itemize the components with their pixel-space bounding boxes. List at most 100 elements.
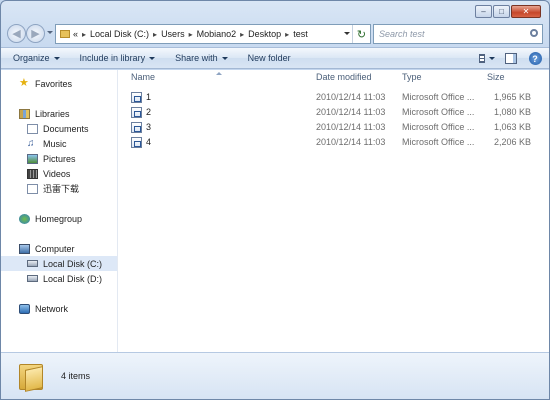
include-in-library-menu[interactable]: Include in library <box>80 53 156 63</box>
nav-xunlei-download[interactable]: 迅雷下载 <box>1 181 117 196</box>
caption-buttons: – □ ✕ <box>474 5 541 18</box>
search-placeholder: Search test <box>379 29 425 39</box>
nav-network[interactable]: Network <box>1 301 117 316</box>
network-icon <box>19 303 30 314</box>
file-row[interactable]: 2 2010/12/14 11:03 Microsoft Office ... … <box>119 105 549 120</box>
chevron-down-icon <box>489 57 495 60</box>
column-headers: Name Date modified Type Size <box>119 70 549 84</box>
pictures-icon <box>27 153 38 164</box>
file-date: 2010/12/14 11:03 <box>316 137 386 147</box>
nav-label: Videos <box>43 168 71 179</box>
documents-icon <box>27 123 38 134</box>
nav-label: Homegroup <box>35 213 83 224</box>
refresh-icon[interactable]: ↻ <box>352 25 370 43</box>
address-dropdown-icon[interactable] <box>344 32 350 35</box>
back-button[interactable]: ◀ <box>7 24 26 43</box>
nav-label: 迅雷下载 <box>43 184 80 194</box>
nav-homegroup[interactable]: Homegroup <box>1 211 117 226</box>
nav-favorites[interactable]: ★ Favorites <box>1 76 117 91</box>
minimize-button[interactable]: – <box>475 5 492 18</box>
nav-label: Computer <box>35 243 75 254</box>
office-document-icon <box>131 137 142 148</box>
breadcrumb-overflow[interactable]: « <box>73 29 78 39</box>
nav-videos[interactable]: Videos <box>1 166 117 181</box>
column-header-type[interactable]: Type <box>402 72 422 82</box>
computer-icon <box>19 243 30 254</box>
office-document-icon <box>131 92 142 103</box>
file-date: 2010/12/14 11:03 <box>316 92 386 102</box>
column-header-date[interactable]: Date modified <box>316 72 372 82</box>
homegroup-icon <box>19 213 30 224</box>
libraries-icon <box>19 108 30 119</box>
maximize-button[interactable]: □ <box>493 5 510 18</box>
file-type: Microsoft Office ... <box>402 122 475 132</box>
views-icon <box>479 54 485 63</box>
nav-label: Local Disk (D:) <box>43 273 103 284</box>
help-button[interactable]: ? <box>527 51 543 66</box>
share-with-menu[interactable]: Share with <box>175 53 228 63</box>
preview-pane-icon <box>505 53 517 64</box>
nav-local-disk-c[interactable]: Local Disk (C:) <box>1 256 117 271</box>
sort-ascending-icon <box>216 72 222 75</box>
search-input[interactable]: Search test <box>373 24 543 44</box>
file-name: 1 <box>146 92 152 102</box>
file-row[interactable]: 4 2010/12/14 11:03 Microsoft Office ... … <box>119 135 549 150</box>
help-icon: ? <box>528 52 542 65</box>
change-view-button[interactable] <box>479 51 495 66</box>
search-icon <box>530 29 538 37</box>
command-bar: Organize Include in library Share with N… <box>1 47 549 69</box>
breadcrumb-local-disk-c[interactable]: Local Disk (C:) <box>90 29 149 39</box>
nav-label: Music <box>43 138 67 149</box>
preview-pane-button[interactable] <box>503 51 519 66</box>
breadcrumb-users[interactable]: Users <box>161 29 185 39</box>
breadcrumb-separator: ▸ <box>240 29 245 39</box>
explorer-window: – □ ✕ ◀ ▶ « ▸ Local Disk (C:) ▸ Users ▸ … <box>0 0 550 400</box>
nav-local-disk-d[interactable]: Local Disk (D:) <box>1 271 117 286</box>
file-type: Microsoft Office ... <box>402 107 475 117</box>
folder-icon <box>19 362 43 392</box>
recent-pages-dropdown-icon[interactable] <box>47 31 53 34</box>
office-document-icon <box>131 107 142 118</box>
nav-label: Network <box>35 303 69 314</box>
breadcrumb-mobiano2[interactable]: Mobiano2 <box>197 29 237 39</box>
breadcrumb-separator: ▸ <box>153 29 158 39</box>
nav-computer[interactable]: Computer <box>1 241 117 256</box>
breadcrumb-separator: ▸ <box>188 29 193 39</box>
file-type: Microsoft Office ... <box>402 137 475 147</box>
toolbar-right-icons: ? <box>471 51 543 66</box>
file-row[interactable]: 1 2010/12/14 11:03 Microsoft Office ... … <box>119 90 549 105</box>
nav-music[interactable]: ♫ Music <box>1 136 117 151</box>
back-arrow-icon: ◀ <box>12 28 21 40</box>
file-row[interactable]: 3 2010/12/14 11:03 Microsoft Office ... … <box>119 120 549 135</box>
chevron-down-icon <box>149 56 156 60</box>
office-document-icon <box>131 122 142 133</box>
file-size: 1,080 KB <box>493 107 531 117</box>
address-bar[interactable]: « ▸ Local Disk (C:) ▸ Users ▸ Mobiano2 ▸… <box>55 24 371 44</box>
file-size: 2,206 KB <box>493 137 531 147</box>
library-folder-icon <box>27 183 38 194</box>
column-header-size[interactable]: Size <box>487 72 505 82</box>
details-pane: 4 items <box>1 352 549 399</box>
breadcrumb-test[interactable]: test <box>293 29 308 39</box>
nav-libraries[interactable]: Libraries <box>1 106 117 121</box>
file-date: 2010/12/14 11:03 <box>316 107 386 117</box>
nav-label: Libraries <box>35 108 70 119</box>
forward-button[interactable]: ▶ <box>26 24 45 43</box>
breadcrumb-desktop[interactable]: Desktop <box>248 29 281 39</box>
folder-icon <box>60 30 70 38</box>
navigation-pane: ★ Favorites Libraries Documents ♫ Music … <box>1 70 118 352</box>
new-folder-button[interactable]: New folder <box>248 53 291 63</box>
nav-documents[interactable]: Documents <box>1 121 117 136</box>
column-header-name[interactable]: Name <box>131 72 155 82</box>
include-in-library-label: Include in library <box>79 53 146 63</box>
nav-pictures[interactable]: Pictures <box>1 151 117 166</box>
item-count: 4 items <box>61 371 91 381</box>
close-button[interactable]: ✕ <box>511 5 541 18</box>
nav-label: Documents <box>43 123 89 134</box>
videos-icon <box>27 168 38 179</box>
chevron-down-icon <box>53 56 60 60</box>
drive-icon <box>27 260 38 267</box>
music-icon: ♫ <box>27 137 35 149</box>
breadcrumb-separator: ▸ <box>285 29 290 39</box>
organize-menu[interactable]: Organize <box>13 53 60 63</box>
